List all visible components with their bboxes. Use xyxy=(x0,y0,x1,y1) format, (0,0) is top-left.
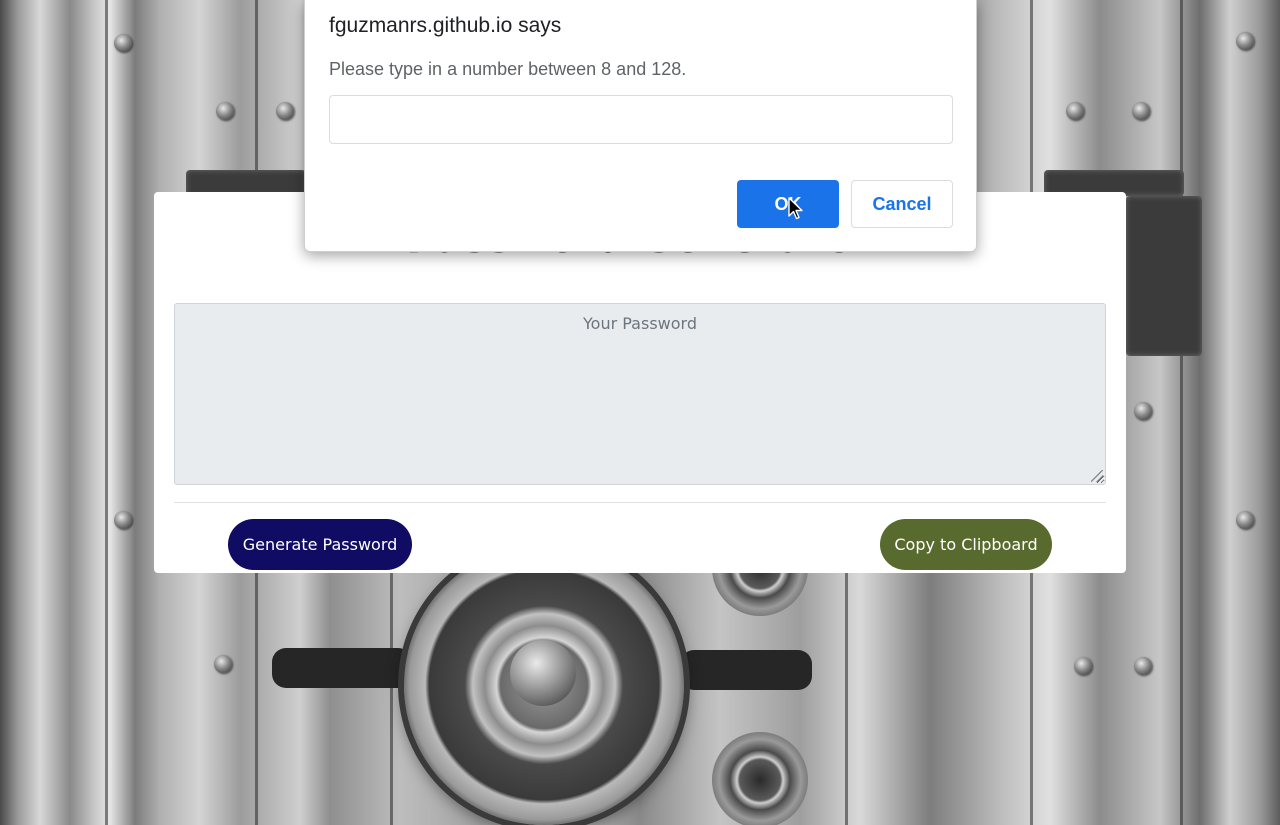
password-textarea[interactable]: Your Password xyxy=(174,303,1106,485)
rivet xyxy=(1074,657,1092,675)
generate-password-button[interactable]: Generate Password xyxy=(228,519,412,570)
copy-to-clipboard-button[interactable]: Copy to Clipboard xyxy=(880,519,1052,570)
resize-grip-icon[interactable] xyxy=(1091,470,1103,482)
vault-handle xyxy=(272,648,412,688)
mouse-pointer-icon xyxy=(788,197,803,220)
rivet xyxy=(1066,102,1084,120)
rivet xyxy=(114,34,132,52)
rivet xyxy=(114,511,132,529)
rivet xyxy=(276,102,294,120)
vault-handle xyxy=(680,650,812,690)
prompt-dialog: fguzmanrs.github.io says Please type in … xyxy=(304,0,977,252)
rivet xyxy=(1236,511,1254,529)
dialog-number-input[interactable] xyxy=(329,95,953,144)
vault-dial-hub xyxy=(510,640,576,706)
card-divider xyxy=(174,502,1106,503)
vault-panel-seam xyxy=(1180,0,1183,825)
rivet xyxy=(1134,402,1152,420)
vault-small-dial xyxy=(712,732,808,825)
dialog-title: fguzmanrs.github.io says xyxy=(329,14,562,37)
rivet xyxy=(1132,102,1150,120)
rivet xyxy=(1134,657,1152,675)
rivet xyxy=(1236,32,1254,50)
rivet xyxy=(216,102,234,120)
cancel-button[interactable]: Cancel xyxy=(851,180,953,228)
rivet xyxy=(214,655,232,673)
password-placeholder: Your Password xyxy=(583,314,697,333)
vault-panel-seam xyxy=(105,0,108,825)
dialog-message: Please type in a number between 8 and 12… xyxy=(329,59,687,79)
